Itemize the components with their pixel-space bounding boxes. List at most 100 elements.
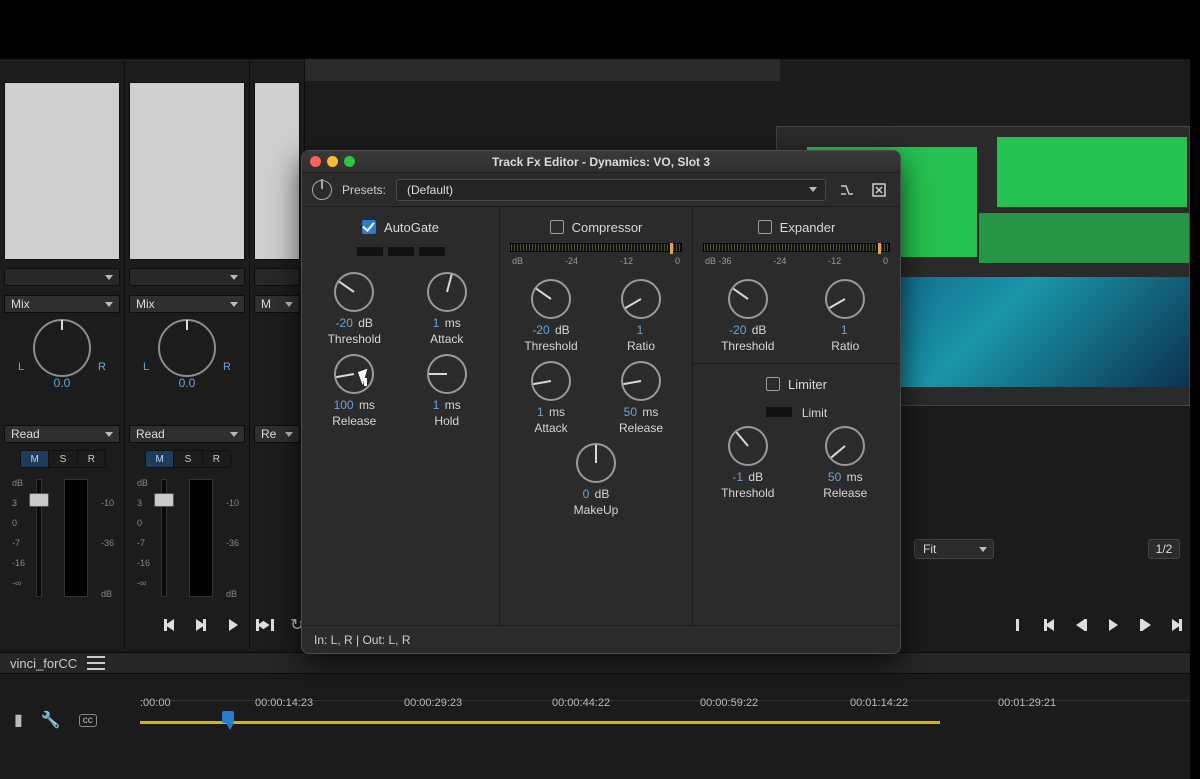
go-start-button[interactable] <box>1040 616 1058 634</box>
transport-left: ↻ <box>160 611 306 639</box>
pan-knob[interactable] <box>33 319 91 377</box>
mix-dropdown[interactable]: Mix <box>4 295 120 313</box>
step-back-button[interactable] <box>256 616 274 634</box>
close-icon[interactable] <box>310 156 321 167</box>
pan-knob[interactable] <box>158 319 216 377</box>
clip-thumb <box>997 137 1187 207</box>
expander-meter: dB -36-24-120 <box>703 243 890 271</box>
comp-ratio-value[interactable]: 1 <box>596 323 686 337</box>
timecode: 00:00:14:23 <box>255 697 313 709</box>
comp-makeup-value[interactable]: 0 dB <box>506 487 686 501</box>
release-value[interactable]: 100 ms <box>308 398 401 412</box>
window-titlebar[interactable]: Track Fx Editor - Dynamics: VO, Slot 3 <box>302 151 900 173</box>
fader-handle[interactable] <box>29 493 49 507</box>
project-tab-row: vinci_forCC <box>0 652 1200 674</box>
prev-frame-button[interactable] <box>1072 616 1090 634</box>
power-button[interactable] <box>312 180 332 200</box>
comp-threshold-knob[interactable] <box>531 279 571 319</box>
cc-icon[interactable]: cc <box>79 714 97 727</box>
comp-attack-label: Attack <box>506 421 596 435</box>
exp-threshold-label: Threshold <box>699 339 797 353</box>
automation-dropdown[interactable]: Re <box>254 425 300 443</box>
transport-right <box>1008 611 1186 639</box>
minimize-icon[interactable] <box>327 156 338 167</box>
comp-release-knob[interactable] <box>621 361 661 401</box>
record-button[interactable]: R <box>203 451 230 467</box>
hold-knob[interactable] <box>427 354 467 394</box>
pan-value[interactable]: 0.0 <box>0 376 124 390</box>
exp-threshold-value[interactable]: -20 dB <box>699 323 797 337</box>
mute-button[interactable]: M <box>146 451 174 467</box>
comp-attack-knob[interactable] <box>531 361 571 401</box>
close-panel-icon[interactable] <box>868 179 890 201</box>
exp-ratio-label: Ratio <box>797 339 895 353</box>
lim-threshold-value[interactable]: -1 dB <box>699 470 797 484</box>
fit-dropdown[interactable]: Fit <box>914 539 994 559</box>
lim-release-value[interactable]: 50 ms <box>797 470 895 484</box>
comp-threshold-value[interactable]: -20 dB <box>506 323 596 337</box>
autogate-checkbox[interactable] <box>362 220 376 234</box>
mixer-strip-3-partial: M Re <box>250 59 305 649</box>
timeline-tools: ▮ 🔧 cc <box>0 700 140 740</box>
db-unit: dB <box>101 589 112 599</box>
hamburger-icon[interactable] <box>87 656 105 670</box>
strip-dropdown[interactable] <box>254 268 300 286</box>
zoom-display[interactable]: 1/2 <box>1148 539 1180 559</box>
automation-dropdown[interactable]: Read <box>4 425 120 443</box>
attack-knob[interactable] <box>427 272 467 312</box>
wrench-icon[interactable]: 🔧 <box>41 710 61 730</box>
compressor-checkbox[interactable] <box>550 220 564 234</box>
solo-button[interactable]: S <box>174 451 202 467</box>
go-end-button[interactable] <box>192 616 210 634</box>
record-button[interactable]: R <box>78 451 105 467</box>
exp-threshold-knob[interactable] <box>728 279 768 319</box>
marker-icon[interactable]: ▮ <box>14 710 23 730</box>
pan-value[interactable]: 0.0 <box>125 376 249 390</box>
next-frame-button[interactable] <box>1136 616 1154 634</box>
exp-ratio-value[interactable]: 1 <box>797 323 895 337</box>
threshold-knob[interactable] <box>334 272 374 312</box>
comp-ratio-knob[interactable] <box>621 279 661 319</box>
presets-label: Presets: <box>342 183 386 197</box>
project-tab[interactable]: vinci_forCC <box>10 656 77 671</box>
fx-slot-area[interactable] <box>129 82 245 260</box>
strip-dropdown[interactable] <box>4 268 120 286</box>
fader-handle[interactable] <box>154 493 174 507</box>
lim-release-knob[interactable] <box>825 426 865 466</box>
fx-slot-area[interactable] <box>4 82 120 260</box>
io-label: In: L, R | Out: L, R <box>314 633 411 647</box>
automation-dropdown[interactable]: Read <box>129 425 245 443</box>
mark-button[interactable] <box>1008 616 1026 634</box>
threshold-value[interactable]: -20 dB <box>308 316 401 330</box>
comp-makeup-knob[interactable] <box>576 443 616 483</box>
fx-slot-area[interactable] <box>254 82 300 260</box>
mix-dropdown[interactable]: Mix <box>129 295 245 313</box>
routing-icon[interactable] <box>836 179 858 201</box>
strip-dropdown[interactable] <box>129 268 245 286</box>
playhead[interactable] <box>222 711 234 731</box>
comp-release-value[interactable]: 50 ms <box>596 405 686 419</box>
comp-threshold-label: Threshold <box>506 339 596 353</box>
exp-ratio-knob[interactable] <box>825 279 865 319</box>
limiter-checkbox[interactable] <box>766 377 780 391</box>
attack-value[interactable]: 1 ms <box>401 316 494 330</box>
solo-button[interactable]: S <box>49 451 77 467</box>
fx-editor-window[interactable]: Track Fx Editor - Dynamics: VO, Slot 3 P… <box>301 150 901 654</box>
threshold-label: Threshold <box>308 332 401 346</box>
comp-attack-value[interactable]: 1 ms <box>506 405 596 419</box>
release-knob[interactable] <box>334 354 374 394</box>
expander-checkbox[interactable] <box>758 220 772 234</box>
go-end-button[interactable] <box>1168 616 1186 634</box>
go-start-button[interactable] <box>160 616 178 634</box>
play-button[interactable] <box>1104 616 1122 634</box>
play-button[interactable] <box>224 616 242 634</box>
lim-threshold-label: Threshold <box>699 486 797 500</box>
timeline-ruler[interactable]: :00:00 00:00:14:23 00:00:29:23 00:00:44:… <box>140 700 1200 740</box>
mute-button[interactable]: M <box>21 451 49 467</box>
lim-threshold-knob[interactable] <box>728 426 768 466</box>
preset-dropdown[interactable]: (Default) <box>396 179 826 201</box>
hold-value[interactable]: 1 ms <box>401 398 494 412</box>
comp-makeup-label: MakeUp <box>506 503 686 517</box>
maximize-icon[interactable] <box>344 156 355 167</box>
mix-dropdown[interactable]: M <box>254 295 300 313</box>
